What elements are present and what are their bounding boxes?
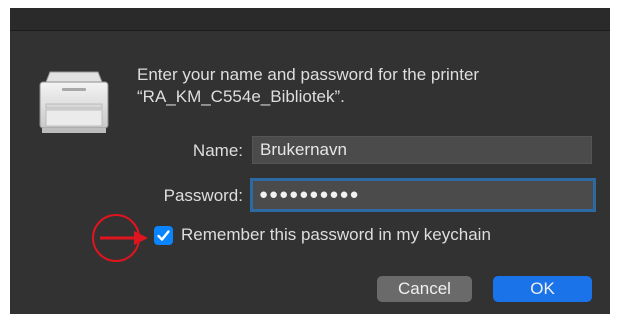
dialog-message: Enter your name and password for the pri… (137, 64, 597, 108)
red-arrow-annotation-icon (92, 214, 148, 262)
name-label: Name: (192, 141, 243, 160)
message-line-1: Enter your name and password for the pri… (137, 65, 480, 84)
printer-auth-dialog: Enter your name and password for the pri… (10, 8, 610, 314)
name-field[interactable]: Brukernavn (252, 136, 592, 164)
password-field[interactable]: ●●●●●●●●●● (250, 178, 596, 212)
remember-label[interactable]: Remember this password in my keychain (181, 225, 491, 245)
printer-icon (39, 71, 109, 133)
checkmark-icon (157, 230, 170, 241)
password-label: Password: (163, 186, 243, 205)
dialog-titlebar (10, 8, 610, 31)
ok-button[interactable]: OK (493, 276, 592, 302)
message-line-2: “RA_KM_C554e_Bibliotek”. (137, 87, 345, 106)
cancel-button[interactable]: Cancel (377, 276, 472, 302)
remember-checkbox[interactable] (154, 226, 173, 245)
